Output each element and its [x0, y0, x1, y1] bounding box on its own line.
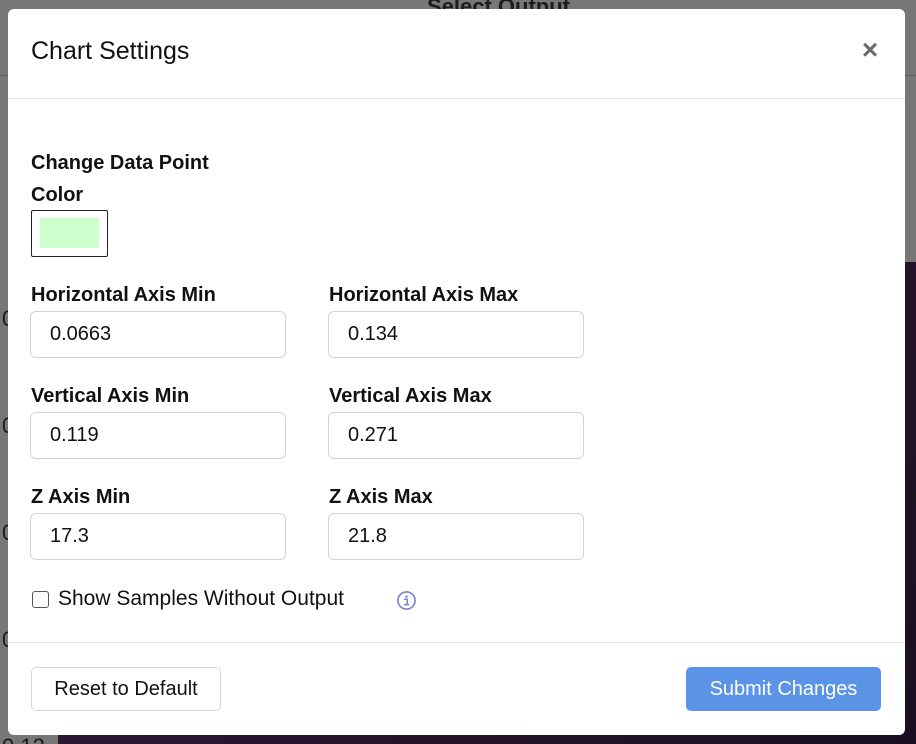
- vertical-axis-min-input[interactable]: [30, 412, 286, 459]
- close-icon[interactable]: ×: [858, 36, 882, 64]
- color-picker-button[interactable]: [31, 210, 108, 257]
- show-samples-label: Show Samples Without Output: [58, 587, 344, 610]
- chart-settings-modal: Chart Settings × Change Data Point Color…: [8, 9, 905, 735]
- reset-to-default-button[interactable]: Reset to Default: [31, 667, 221, 711]
- background-side-text: rt: [904, 484, 916, 509]
- horizontal-axis-max-input[interactable]: [328, 311, 584, 358]
- horizontal-axis-max-label: Horizontal Axis Max: [329, 284, 519, 306]
- horizontal-axis-min-label: Horizontal Axis Min: [31, 284, 216, 306]
- z-axis-min-input[interactable]: [30, 513, 286, 560]
- z-axis-max-label: Z Axis Max: [329, 486, 433, 508]
- show-samples-checkbox[interactable]: [32, 591, 49, 608]
- color-swatch: [40, 218, 99, 248]
- horizontal-axis-min-input[interactable]: [30, 311, 286, 358]
- vertical-axis-max-label: Vertical Axis Max: [329, 385, 492, 407]
- info-circle-icon[interactable]: [396, 590, 417, 611]
- modal-title: Chart Settings: [31, 37, 190, 65]
- modal-footer-divider: [8, 642, 905, 643]
- submit-changes-button[interactable]: Submit Changes: [686, 667, 881, 711]
- vertical-axis-max-input[interactable]: [328, 412, 584, 459]
- z-axis-min-label: Z Axis Min: [31, 486, 131, 508]
- background-y-tick: 0.12: [2, 734, 45, 744]
- modal-header: Chart Settings ×: [8, 9, 905, 99]
- data-point-color-label: Change Data Point Color: [31, 152, 209, 206]
- z-axis-max-input[interactable]: [328, 513, 584, 560]
- vertical-axis-min-label: Vertical Axis Min: [31, 385, 190, 407]
